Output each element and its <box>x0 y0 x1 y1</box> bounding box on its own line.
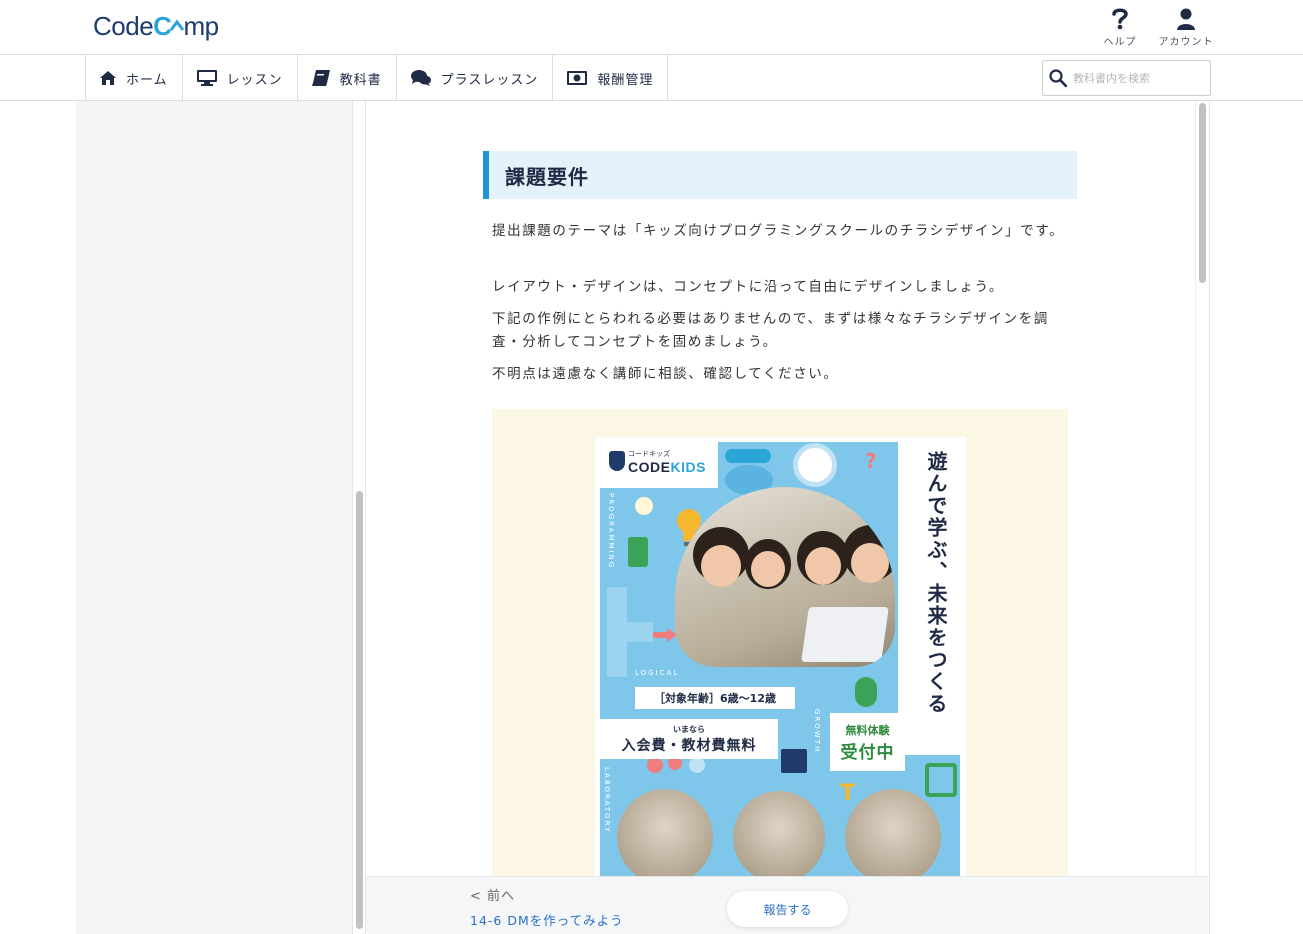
main-nav: ホーム レッスン 教科書 プラスレッスン 報酬管理 <box>0 55 1303 101</box>
paragraph: レイアウト・デザインは、コンセプトに沿って自由にデザインしましょう。 <box>492 279 1004 295</box>
teacher-photo <box>733 791 825 876</box>
question-icon <box>1112 8 1128 30</box>
logo-text-c: C <box>153 10 172 41</box>
nav-items: ホーム レッスン 教科書 プラスレッスン 報酬管理 <box>85 55 669 101</box>
flyer-brand-code: CODE <box>628 459 671 475</box>
help-label: ヘルプ <box>1103 37 1137 48</box>
textbook-content: 課題要件 提出課題のテーマは「キッズ向けプログラミングスクールのチラシデザイン」… <box>366 101 1195 876</box>
flyer-trial-text: 受付中 <box>840 742 895 763</box>
flyer-fee-banner: いまなら 入会費・教材費無料 <box>600 719 778 759</box>
nav-item-label: プラスレッスン <box>440 72 539 88</box>
flyer-pill-shape <box>725 449 771 463</box>
flyer-side-laboratory: LABORATORY <box>603 767 611 834</box>
search-icon <box>1049 69 1067 87</box>
logo-chevron-icon <box>170 19 185 31</box>
flyer-fee-text: 入会費・教材費無料 <box>621 737 757 754</box>
report-button[interactable]: 報告する <box>727 891 848 927</box>
flyer-trial-banner: 無料体験 受付中 <box>830 713 905 771</box>
nav-item-plus-lesson[interactable]: プラスレッスン <box>397 55 554 101</box>
nav-item-label: レッスン <box>226 72 283 88</box>
flyer-fee-caption: いまなら <box>673 724 705 734</box>
flyer-brand: CODEKIDS <box>628 459 706 475</box>
kid-face <box>805 547 841 585</box>
nav-item-textbook[interactable]: 教科書 <box>298 55 397 101</box>
kid-face <box>751 551 785 587</box>
paragraph: 不明点は遠慮なく講師に相談、確認してください。 <box>492 366 839 382</box>
question-mark-icon: ? <box>865 449 877 473</box>
nav-item-label: 教科書 <box>339 72 382 88</box>
pipe-joint-shape <box>627 622 653 642</box>
kid-robot-photo <box>617 789 713 876</box>
logo-text-mp: mp <box>183 10 219 41</box>
left-scrollbar[interactable] <box>352 101 366 934</box>
monitor-icon <box>196 70 217 86</box>
user-icon <box>1177 8 1195 30</box>
prev-label[interactable]: < 前へ <box>470 885 515 904</box>
laptop-shape <box>801 607 889 662</box>
phone-icon <box>628 537 648 567</box>
flyer-vertical-copy: 遊んで学ぶ、未来をつくる <box>924 451 948 715</box>
nav-item-home[interactable]: ホーム <box>86 55 183 101</box>
flyer-trial-caption: 無料体験 <box>845 723 890 737</box>
content-divider <box>1209 101 1210 934</box>
letter-t-icon: T <box>840 781 856 806</box>
shield-icon <box>609 451 625 471</box>
left-scrollbar-thumb[interactable] <box>356 491 363 929</box>
kids-laptop-photo <box>845 789 941 876</box>
content-scrollbar[interactable] <box>1195 101 1209 876</box>
book-icon <box>311 70 330 86</box>
nav-item-lesson[interactable]: レッスン <box>183 55 298 101</box>
section-heading: 課題要件 <box>483 151 1077 199</box>
flyer-age-range: ［対象年齢］6歳〜12歳 <box>635 687 795 709</box>
video-icon <box>781 749 807 773</box>
lesson-footer: < 前へ 14-6 DMを作ってみよう 報告する <box>366 876 1209 934</box>
flyer-side-programming: PROGRAMMING <box>607 493 615 570</box>
sample-flyer-frame: ? T コードキッズ CODEKIDS 遊んで学ぶ、未来をつくる PROGRAM… <box>492 409 1068 876</box>
nav-item-label: 報酬管理 <box>597 72 654 88</box>
sample-flyer-image: ? T コードキッズ CODEKIDS 遊んで学ぶ、未来をつくる PROGRAM… <box>595 437 966 876</box>
prev-lesson-link[interactable]: 14-6 DMを作ってみよう <box>470 910 624 929</box>
globe-icon <box>793 443 837 487</box>
paragraph: 提出課題のテーマは「キッズ向けプログラミングスクールのチラシデザイン」です。 <box>492 223 1065 239</box>
flyer-brand-kids: KIDS <box>670 459 706 475</box>
account-button[interactable]: アカウント <box>1154 8 1218 48</box>
mouse-icon <box>855 677 877 707</box>
nav-item-reward[interactable]: 報酬管理 <box>553 55 669 101</box>
arrow-right-icon <box>653 627 677 642</box>
account-label: アカウント <box>1158 37 1214 48</box>
egg-icon <box>635 497 653 515</box>
help-button[interactable]: ヘルプ <box>1098 8 1142 48</box>
content-scrollbar-thumb[interactable] <box>1199 103 1206 283</box>
home-icon <box>100 71 116 85</box>
search-input[interactable] <box>1073 71 1203 85</box>
codecamp-logo[interactable]: Code Cmp <box>93 10 219 42</box>
kid-face <box>701 545 741 587</box>
left-sidebar <box>76 101 352 934</box>
kid-face <box>851 543 889 583</box>
flyer-brand-caption: コードキッズ <box>628 450 670 458</box>
textbook-search[interactable] <box>1042 60 1211 96</box>
chat-icon <box>410 70 431 86</box>
pipe-shape <box>607 587 627 677</box>
flyer-side-logical: LOGICAL <box>635 669 680 677</box>
logo-text-code: Code <box>93 10 154 41</box>
nav-item-label: ホーム <box>126 72 168 88</box>
top-header: Code Cmp ヘルプ アカウント <box>0 0 1303 55</box>
paragraph: 下記の作例にとらわれる必要はありませんので、まずは様々なチラシデザインを調査・分… <box>492 311 1049 350</box>
money-icon <box>567 71 588 85</box>
flyer-side-growth: GROWTH <box>813 709 821 754</box>
tablet-icon <box>925 763 957 797</box>
